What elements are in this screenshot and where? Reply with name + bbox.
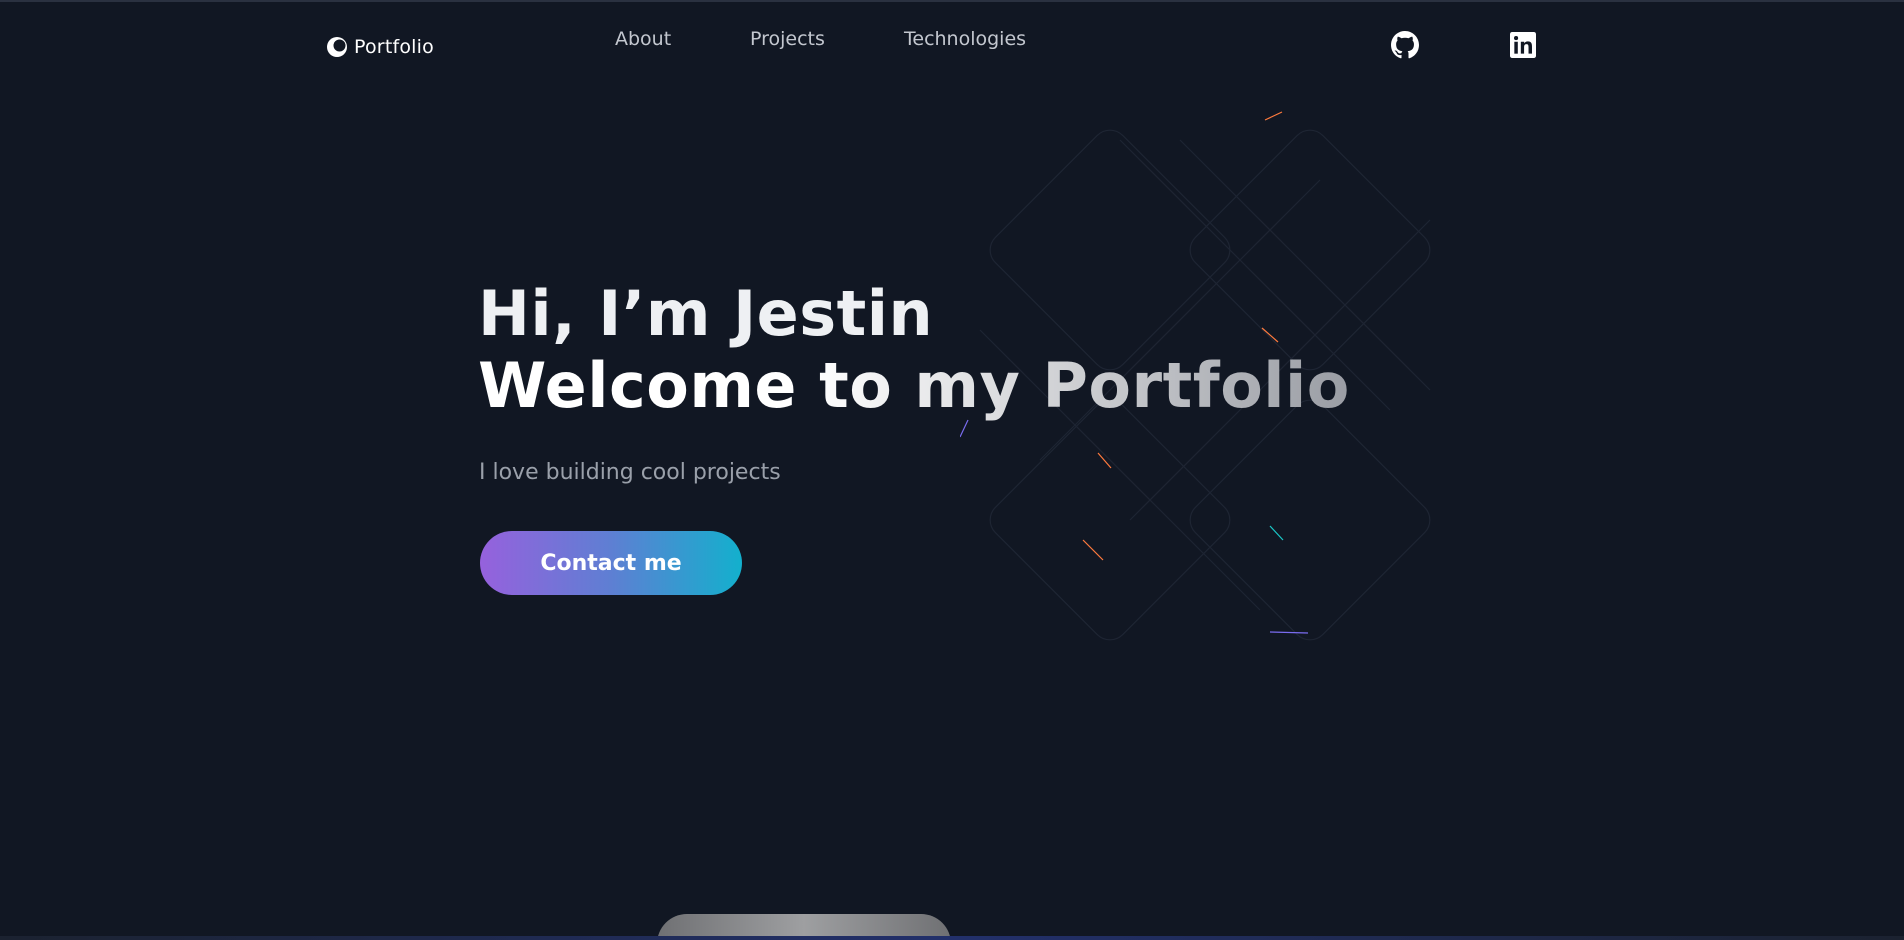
nav-about-link[interactable]: About — [615, 24, 671, 54]
nav-projects-link[interactable]: Projects — [750, 24, 825, 54]
brand-logo[interactable]: Portfolio — [326, 32, 434, 62]
hero-headline: Welcome to my Portfolio — [478, 349, 1350, 422]
github-link[interactable] — [1390, 30, 1420, 60]
linkedin-link[interactable] — [1508, 30, 1538, 60]
hero-heading: Hi, I’m Jestin Welcome to my Portfolio — [478, 278, 1350, 422]
logo-icon — [327, 37, 347, 57]
linkedin-icon — [1510, 32, 1536, 58]
hero-tagline: I love building cool projects — [479, 460, 781, 485]
github-icon — [1391, 31, 1419, 59]
hero-greeting: Hi, I’m Jestin — [478, 277, 934, 350]
brand-name: Portfolio — [354, 36, 434, 58]
window-bottom-border — [0, 936, 1904, 940]
contact-me-button[interactable]: Contact me — [480, 531, 742, 595]
window-top-border — [0, 0, 1904, 2]
nav-technologies-link[interactable]: Technologies — [904, 24, 1026, 54]
